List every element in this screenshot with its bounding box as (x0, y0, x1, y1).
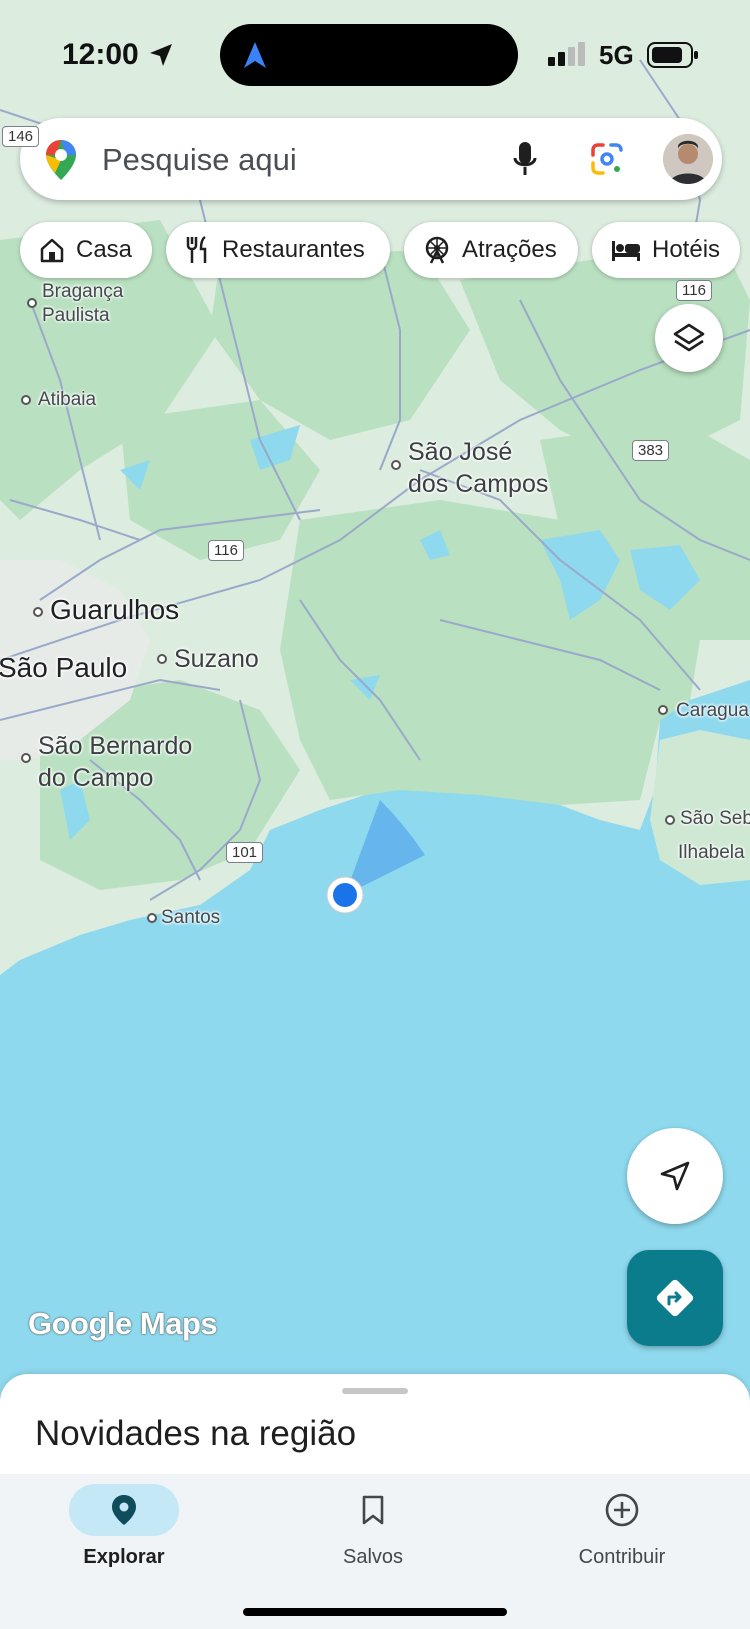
recenter-button[interactable] (627, 1128, 723, 1224)
chip-casa-label: Casa (76, 236, 133, 263)
nav-label-salvos: Salvos (342, 1546, 404, 1568)
nav-active-indicator (69, 1484, 179, 1536)
place-label-sao-jose[interactable]: São José dos Campos (408, 436, 548, 500)
cellular-signal-icon (548, 42, 585, 66)
place-label-sao-bernardo[interactable]: São Bernardo do Campo (38, 730, 192, 794)
route-shield-383: 383 (632, 440, 670, 461)
place-label-caragua[interactable]: Caragua (676, 700, 749, 722)
place-label-ilhabela[interactable]: Ilhabela (678, 842, 745, 864)
chip-hoteis-label: Hotéis (652, 236, 721, 263)
status-time: 12:00 (62, 38, 139, 71)
bed-icon (612, 241, 640, 261)
heading-beam (345, 800, 425, 895)
search-bar[interactable]: Pesquise aqui (20, 118, 722, 200)
chip-atracoes-label: Atrações (462, 236, 557, 263)
route-shield-146: 146 (2, 126, 40, 147)
nav-label-contribuir: Contribuir (578, 1546, 666, 1568)
ferris-wheel-icon (425, 236, 449, 264)
route-shield-116: 116 (208, 540, 244, 561)
navigation-arrow-icon (660, 1161, 690, 1191)
nav-label-explorar: Explorar (83, 1546, 165, 1568)
home-indicator (243, 1608, 507, 1616)
place-label-sao-paulo[interactable]: São Paulo (0, 652, 127, 684)
place-label-santos[interactable]: Santos (161, 907, 220, 929)
route-shield-101: 101 (226, 842, 264, 863)
bottom-nav: Explorar Salvos Contribuir (0, 1474, 750, 1629)
dynamic-island (220, 24, 518, 86)
nav-item-contribuir[interactable]: Contribuir (522, 1484, 722, 1569)
battery-icon (647, 42, 698, 68)
fork-knife-icon (186, 235, 207, 263)
nav-item-salvos[interactable]: Salvos (273, 1484, 473, 1569)
directions-icon (656, 1279, 694, 1317)
chip-hoteis[interactable]: Hotéis (592, 222, 740, 278)
place-label-braganca[interactable]: Bragança Paulista (42, 280, 123, 328)
chip-restaurantes-label: Restaurantes (222, 236, 365, 263)
layers-button[interactable] (655, 304, 723, 372)
place-label-suzano[interactable]: Suzano (174, 645, 259, 674)
bookmark-icon (362, 1495, 384, 1525)
sheet-title: Novidades na região (35, 1414, 357, 1453)
drag-handle[interactable] (342, 1388, 408, 1394)
network-type: 5G (599, 40, 634, 70)
chip-atracoes[interactable]: Atrações (404, 222, 578, 278)
avatar[interactable] (663, 134, 713, 184)
microphone-icon[interactable] (512, 140, 538, 178)
nav-item-explorar[interactable]: Explorar (24, 1484, 224, 1569)
place-label-atibaia[interactable]: Atibaia (38, 389, 96, 411)
plus-circle-icon (605, 1493, 639, 1527)
place-label-sao-seb[interactable]: São Seb (680, 808, 750, 830)
directions-button[interactable] (627, 1250, 723, 1346)
google-maps-pin-icon (46, 140, 76, 180)
chip-casa[interactable]: Casa (20, 222, 152, 278)
location-arrow-icon (150, 44, 172, 66)
chip-restaurantes[interactable]: Restaurantes (166, 222, 390, 278)
google-maps-logo: Google Maps (28, 1306, 218, 1341)
layers-icon (673, 323, 705, 352)
search-input[interactable]: Pesquise aqui (102, 142, 297, 178)
route-shield-116-north: 116 (676, 280, 712, 301)
profile-photo-icon (663, 134, 713, 184)
home-icon (40, 238, 64, 263)
location-dot (333, 883, 357, 907)
navigation-arrow-icon (244, 42, 266, 68)
place-label-guarulhos[interactable]: Guarulhos (50, 594, 179, 626)
location-pin-icon (112, 1495, 136, 1525)
google-lens-icon[interactable] (590, 142, 624, 176)
